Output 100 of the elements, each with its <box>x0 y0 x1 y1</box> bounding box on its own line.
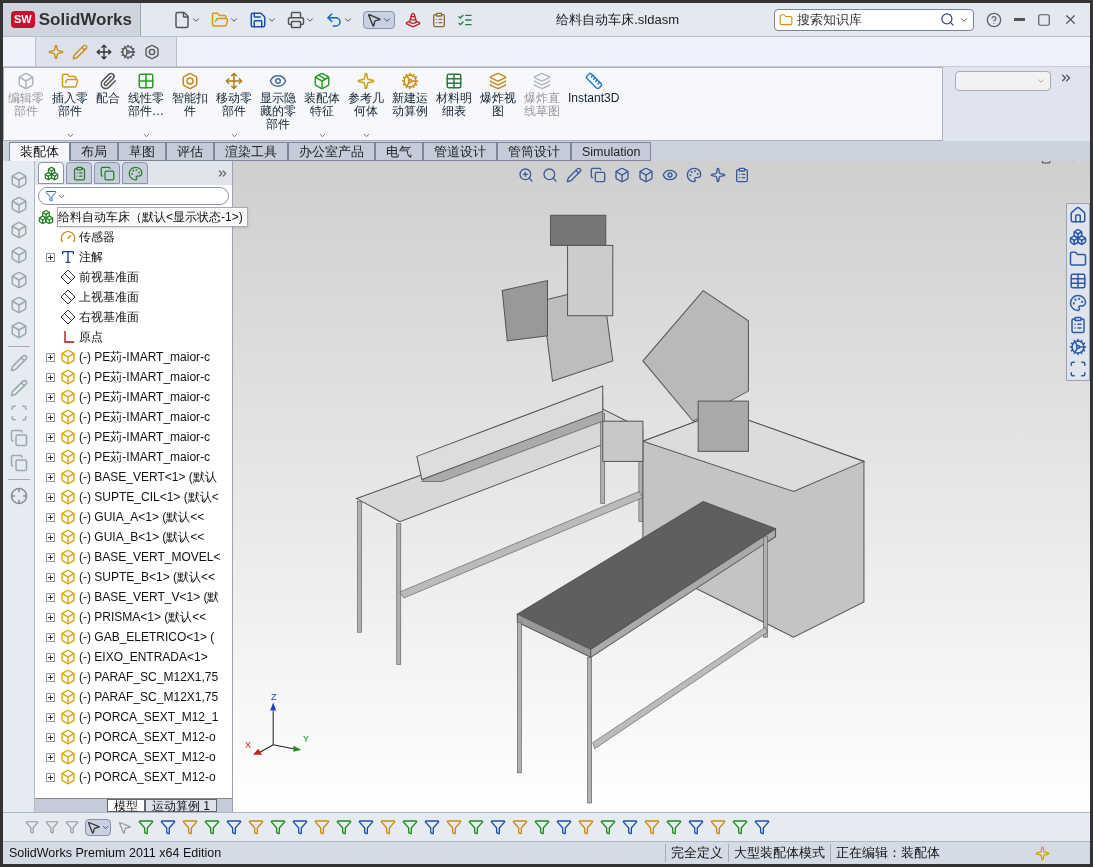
cube-icon <box>60 389 76 405</box>
expand-toggle[interactable] <box>46 352 55 362</box>
axis-triad-drawing <box>253 702 302 755</box>
expand-toggle[interactable] <box>46 772 55 782</box>
expand-toggle[interactable] <box>46 592 55 602</box>
command-tab[interactable]: 布局 <box>70 142 118 161</box>
model-tab[interactable]: 运动算例 1 <box>145 799 217 812</box>
logo[interactable]: SW SolidWorks <box>3 3 141 36</box>
command-tab[interactable]: 装配体 <box>9 142 70 161</box>
ribbon-button[interactable]: 智能扣 件 <box>168 72 212 140</box>
ribbon-button[interactable]: 移动零 部件 <box>212 72 256 140</box>
tree-item-label[interactable]: 给料自动车床（默认<显示状态-1>) <box>57 207 248 227</box>
sparkle-icon <box>357 72 375 90</box>
copy-icon <box>9 429 28 447</box>
expand-toggle[interactable] <box>46 672 55 682</box>
ribbon-button[interactable]: 爆炸视 图 <box>476 72 520 140</box>
ribbon-button[interactable]: 新建运 动算例 <box>388 72 432 140</box>
logo-text: SolidWorks <box>38 8 132 31</box>
tree-item-label[interactable]: (-) BASE_VERT<1> (默认 <box>79 468 217 486</box>
search-field[interactable]: 搜索知识库 <box>774 8 974 31</box>
ribbon-button[interactable]: Instant3D <box>564 72 624 140</box>
maximize-icon <box>1037 12 1051 27</box>
tree-item-label[interactable]: (-) PRISMA<1> (默认<< <box>79 608 207 626</box>
panel-tab[interactable] <box>66 162 92 184</box>
tree-item-label[interactable]: 传感器 <box>79 228 115 246</box>
model-tab[interactable]: 模型 <box>107 799 145 812</box>
cube-icon <box>9 321 28 339</box>
tree-item-label[interactable]: (-) BASE_VERT_MOVEL< <box>79 548 221 566</box>
command-tab[interactable]: Simulation <box>571 142 652 161</box>
expand-toggle[interactable] <box>46 652 55 662</box>
cube-icon <box>9 196 28 214</box>
folder-icon <box>1069 250 1087 268</box>
expand-toggle[interactable] <box>46 472 55 482</box>
expand-toggle[interactable] <box>46 492 55 502</box>
tree-item-label[interactable]: (-) GAB_ELETRICO<1> ( <box>79 628 215 646</box>
tree-item-label[interactable]: (-) PE苅-IMART_maior-c <box>79 408 211 426</box>
command-tab[interactable]: 管道设计 <box>423 142 497 161</box>
tree-item-label[interactable]: 右视基准面 <box>79 308 139 326</box>
expand-toggle[interactable] <box>46 552 55 562</box>
expand-toggle[interactable] <box>46 732 55 742</box>
tree-item-label[interactable]: (-) PE苅-IMART_maior-c <box>79 448 211 466</box>
tree-item-label[interactable]: (-) PORCA_SEXT_M12_1 <box>79 708 219 726</box>
tree-item-label[interactable]: (-) GUIA_B<1> (默认<< <box>79 528 205 546</box>
ribbon-button[interactable]: 材料明 细表 <box>432 72 476 140</box>
expand-toggle[interactable] <box>46 632 55 642</box>
command-tab[interactable]: 管筒设计 <box>497 142 571 161</box>
tree-item-label[interactable]: (-) PE苅-IMART_maior-c <box>79 428 211 446</box>
command-tab[interactable]: 评估 <box>166 142 214 161</box>
tree-item-label[interactable]: (-) PORCA_SEXT_M12-o <box>79 728 216 746</box>
panel-tab[interactable] <box>122 162 148 184</box>
command-tab[interactable]: 渲染工具 <box>214 142 288 161</box>
filter-icon <box>358 819 374 835</box>
tree-item-label[interactable]: 注解 <box>79 248 103 266</box>
command-tab[interactable]: 电气 <box>375 142 423 161</box>
expand-toggle[interactable] <box>46 752 55 762</box>
panel-tab[interactable] <box>94 162 120 184</box>
expand-toggle[interactable] <box>46 432 55 442</box>
select-button[interactable] <box>85 818 111 836</box>
command-tab[interactable]: 办公室产品 <box>288 142 375 161</box>
ribbon-button[interactable]: 线性零 部件… <box>124 72 168 140</box>
filter-field[interactable] <box>38 187 229 205</box>
expand-toggle[interactable] <box>46 512 55 522</box>
expand-toggle[interactable] <box>46 712 55 722</box>
clipboard-icon <box>1069 316 1087 334</box>
command-tab[interactable]: 草图 <box>118 142 166 161</box>
select-button[interactable] <box>362 10 395 29</box>
dropdown-field[interactable] <box>955 71 1051 91</box>
tree-item-label[interactable]: 前视基准面 <box>79 268 139 286</box>
expand-toggle[interactable] <box>46 572 55 582</box>
tree-item-label[interactable]: (-) SUPTE_CIL<1> (默认< <box>79 488 219 506</box>
ribbon-button[interactable]: 插入零 部件 <box>48 72 92 140</box>
tree-item-label[interactable]: (-) GUIA_A<1> (默认<< <box>79 508 205 526</box>
tree-item-label[interactable]: (-) PORCA_SEXT_M12-o <box>79 748 216 766</box>
ribbon-button[interactable]: 配合 <box>92 72 124 140</box>
expand-toggle[interactable] <box>46 252 55 262</box>
tree-item-label[interactable]: 上视基准面 <box>79 288 139 306</box>
tree-item-label[interactable]: (-) PE苅-IMART_maior-c <box>79 388 211 406</box>
expand-toggle[interactable] <box>46 392 55 402</box>
expand-toggle[interactable] <box>46 612 55 622</box>
tree-item-label[interactable]: (-) EIXO_ENTRADA<1> <box>79 648 208 666</box>
panel-tab[interactable] <box>38 162 64 184</box>
search-input[interactable]: 搜索知识库 <box>797 9 936 30</box>
ribbon-button[interactable]: 参考几 何体 <box>344 72 388 140</box>
expand-toggle[interactable] <box>46 412 55 422</box>
expand-toggle[interactable] <box>46 452 55 462</box>
tree-item-label[interactable]: (-) PE苅-IMART_maior-c <box>79 348 211 366</box>
expand-toggle[interactable] <box>46 532 55 542</box>
tree-item-label[interactable]: 原点 <box>79 328 103 346</box>
tree-item-label[interactable]: (-) SUPTE_B<1> (默认<< <box>79 568 216 586</box>
tree-item-label[interactable]: (-) BASE_VERT_V<1> (默 <box>79 588 220 606</box>
tree-item-label[interactable]: (-) PE苅-IMART_maior-c <box>79 368 211 386</box>
expand-toggle[interactable] <box>46 692 55 702</box>
tree-item-label[interactable]: (-) PORCA_SEXT_M12-o <box>79 768 216 786</box>
tree-item-label[interactable]: (-) PARAF_SC_M12X1,75 <box>79 688 219 706</box>
ribbon-button[interactable]: 显示隐 藏的零 部件 <box>256 72 300 140</box>
tree-item-label[interactable]: (-) PARAF_SC_M12X1,75 <box>79 668 219 686</box>
caret-icon <box>317 131 327 140</box>
filter-icon <box>45 820 59 834</box>
ribbon-button[interactable]: 装配体 特征 <box>300 72 344 140</box>
expand-toggle[interactable] <box>46 372 55 382</box>
